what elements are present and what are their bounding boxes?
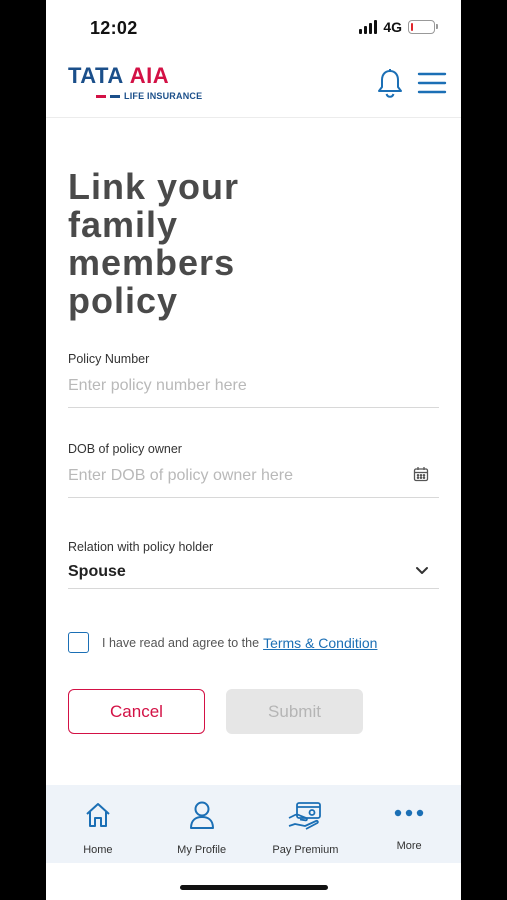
status-bar: 12:02 4G [46,0,461,52]
policy-number-field: Policy Number [68,352,439,408]
nav-label-pay-premium: Pay Premium [272,844,339,856]
policy-number-input[interactable] [68,374,439,398]
terms-row: I have read and agree to the Terms & Con… [68,632,377,653]
more-dots-icon [394,809,424,817]
bottom-nav: Home My Profile Pay Premium More [46,785,461,863]
relation-selected-value: Spouse [68,563,126,580]
profile-icon [189,801,214,829]
tata-aia-logo[interactable]: TATA AIA LIFE INSURANCE [68,63,203,102]
terms-text: I have read and agree to the [102,635,260,650]
home-indicator[interactable] [180,885,328,890]
nav-item-pay-premium[interactable]: Pay Premium [254,785,358,863]
status-indicators: 4G [359,19,438,35]
cancel-button[interactable]: Cancel [68,689,205,734]
nav-item-my-profile[interactable]: My Profile [150,785,254,863]
logo-brand: TATA [68,63,124,88]
pay-premium-icon [288,802,322,830]
bell-icon[interactable] [376,68,404,98]
terms-link[interactable]: Terms & Condition [263,635,377,651]
hamburger-menu-icon[interactable] [417,72,447,94]
calendar-icon[interactable] [413,466,429,482]
app-header: TATA AIA LIFE INSURANCE [46,52,461,118]
phone-screen: 12:02 4G TATA AIA LIFE INSURANCE Link yo… [46,0,461,900]
dob-input[interactable] [68,464,398,488]
relation-dropdown[interactable]: Relation with policy holder Spouse [68,540,439,589]
submit-button[interactable]: Submit [226,689,363,734]
policy-number-label: Policy Number [68,352,150,366]
status-time: 12:02 [90,18,138,38]
battery-level [411,23,413,31]
chevron-down-icon [416,567,428,574]
relation-label: Relation with policy holder [68,540,214,554]
terms-checkbox[interactable] [68,632,89,653]
nav-item-home[interactable]: Home [46,785,150,863]
nav-label-my-profile: My Profile [177,844,227,856]
dob-field: DOB of policy owner [68,442,439,498]
nav-label-home: Home [83,844,113,856]
battery-icon [408,20,438,34]
logo-accent: AIA [129,63,170,88]
page-title: Link your family members policy [68,166,240,321]
network-type: 4G [383,19,402,35]
signal-icon [359,20,378,34]
home-icon [86,803,110,827]
dob-label: DOB of policy owner [68,442,182,456]
nav-label-more: More [396,840,422,852]
nav-item-more[interactable]: More [357,785,461,863]
logo-subtitle: LIFE INSURANCE [124,91,203,101]
